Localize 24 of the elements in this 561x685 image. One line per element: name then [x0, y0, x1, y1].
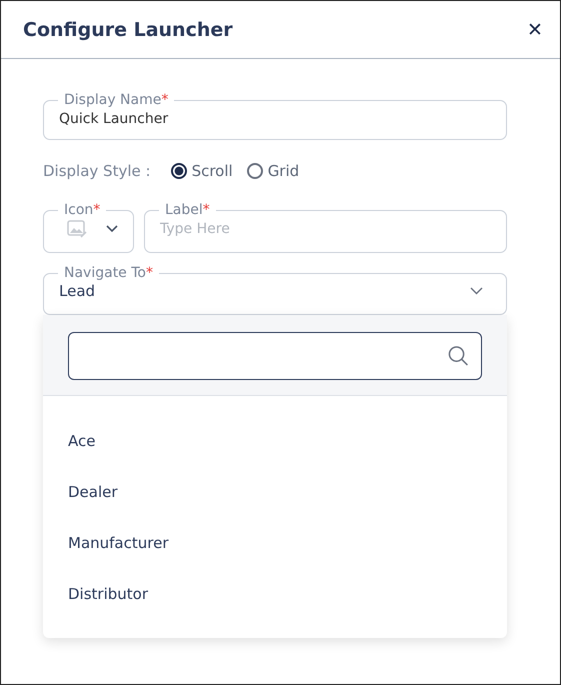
search-field[interactable] — [68, 332, 482, 380]
select-value: Lead — [59, 282, 96, 300]
field-label: Icon* — [63, 202, 102, 218]
display-name-value: Quick Launcher — [59, 111, 491, 127]
radio-option[interactable]: Scroll — [170, 162, 233, 180]
dialog-title: Configure Launcher — [23, 18, 233, 40]
label-input[interactable]: Type Here — [160, 219, 491, 239]
dropdown-option[interactable]: Dealer — [43, 474, 507, 525]
field-label: Navigate To* — [63, 265, 154, 281]
search-icon — [448, 345, 469, 367]
chevron-down-icon — [106, 225, 118, 233]
field-label: Label* — [164, 202, 211, 218]
chevron-down-icon — [470, 287, 483, 295]
dropdown-option[interactable]: Ace — [43, 423, 507, 474]
close-button[interactable]: ✕ — [527, 18, 543, 42]
dropdown-option[interactable]: Distributor — [43, 576, 507, 627]
label-field[interactable]: Label* Type Here — [144, 202, 507, 253]
image-icon — [67, 220, 87, 238]
icon-select[interactable]: Icon* — [43, 202, 134, 253]
radio-option[interactable]: Grid — [246, 162, 300, 180]
display-name-field[interactable]: Display Name* Quick Launcher — [43, 92, 507, 140]
dropdown-option[interactable]: Manufacturer — [43, 525, 507, 576]
field-label: Display Name* — [63, 92, 170, 108]
display-style-label: Display Style : — [43, 162, 151, 180]
